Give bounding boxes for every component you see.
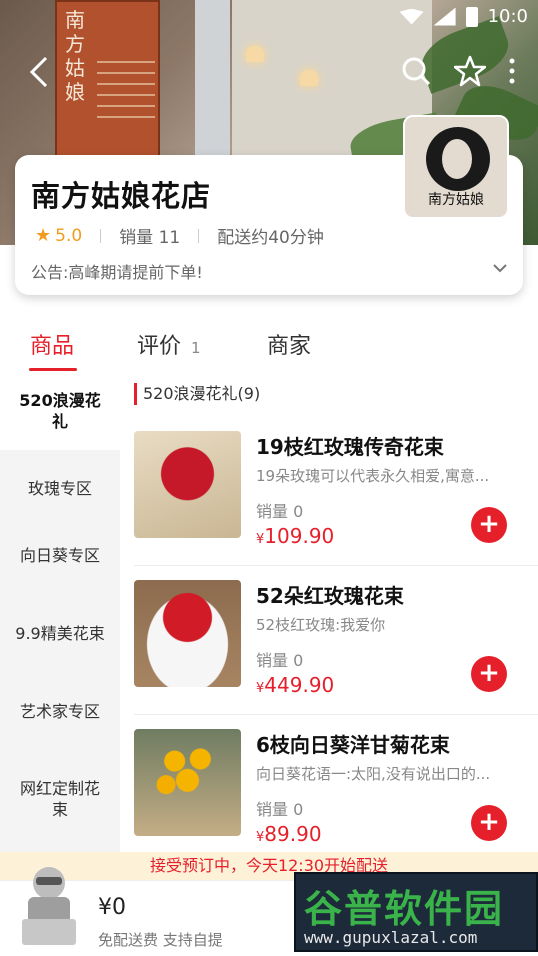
chevron-down-icon[interactable] bbox=[491, 259, 509, 277]
back-arrow-icon[interactable] bbox=[26, 56, 52, 88]
product-image[interactable] bbox=[134, 580, 241, 687]
tab-goods[interactable]: 商品 bbox=[30, 328, 74, 360]
product-item[interactable]: 19枝红玫瑰传奇花束 19朵玫瑰可以代表永久相爱,寓意... 销量 0 ¥109… bbox=[134, 431, 538, 579]
watermark-title: 谷普软件园 bbox=[304, 887, 505, 931]
product-name: 6枝向日葵洋甘菊花束 bbox=[256, 733, 450, 757]
meta-divider bbox=[198, 228, 200, 243]
status-bar: 10:0 bbox=[399, 6, 528, 27]
product-description: 向日葵花语一:太阳,没有说出口的... bbox=[256, 765, 491, 783]
store-rating: 5.0 bbox=[55, 225, 83, 246]
meta-divider bbox=[100, 228, 102, 243]
product-item[interactable]: 52朵红玫瑰花束 52枝红玫瑰:我爱你 销量 0 ¥449.90 + bbox=[134, 580, 538, 728]
product-price: ¥109.90 bbox=[256, 524, 335, 548]
product-divider bbox=[134, 565, 538, 566]
product-divider bbox=[134, 714, 538, 715]
rating-star-icon: ★ bbox=[35, 225, 52, 246]
sidebar-item-custom[interactable]: 网红定制花束 bbox=[0, 778, 120, 820]
tab-reviews-count: 1 bbox=[191, 339, 201, 357]
product-name: 52朵红玫瑰花束 bbox=[256, 584, 404, 608]
more-options-icon[interactable] bbox=[508, 55, 516, 87]
favorite-star-icon[interactable] bbox=[453, 55, 487, 87]
cover-sign-text: 南方姑娘 bbox=[65, 8, 85, 104]
tab-merchant[interactable]: 商家 bbox=[267, 328, 311, 360]
cover-lamp bbox=[246, 46, 264, 62]
sidebar-item-sunflowers[interactable]: 向日葵专区 bbox=[0, 545, 120, 566]
product-sales: 销量 0 bbox=[256, 502, 304, 521]
cart-total: ¥0 bbox=[98, 895, 126, 920]
product-description: 19朵玫瑰可以代表永久相爱,寓意... bbox=[256, 467, 490, 485]
product-price: ¥89.90 bbox=[256, 822, 322, 846]
store-notice: 公告:高峰期请提前下单! bbox=[31, 263, 203, 282]
store-logo-text: 南方姑娘 bbox=[428, 192, 484, 208]
search-icon[interactable] bbox=[400, 55, 432, 87]
signal-icon bbox=[433, 7, 456, 26]
store-meta: ★ 5.0 销量 11 配送约40分钟 bbox=[35, 223, 324, 248]
category-sidebar: 520浪漫花礼 玫瑰专区 向日葵专区 9.9精美花束 艺术家专区 网红定制花束 bbox=[0, 372, 120, 852]
add-to-cart-button[interactable]: + bbox=[471, 656, 507, 692]
wifi-icon bbox=[399, 8, 424, 25]
delivery-time: 配送约40分钟 bbox=[217, 228, 324, 248]
store-name: 南方姑娘花店 bbox=[31, 179, 212, 213]
add-to-cart-button[interactable]: + bbox=[471, 507, 507, 543]
sidebar-item-artist[interactable]: 艺术家专区 bbox=[0, 701, 120, 722]
tab-reviews-label: 评价 bbox=[137, 334, 182, 359]
tab-merchant-label: 商家 bbox=[267, 334, 312, 359]
sidebar-item-roses[interactable]: 玫瑰专区 bbox=[0, 478, 120, 499]
cover-lamp bbox=[300, 70, 318, 86]
sidebar-item-520[interactable]: 520浪漫花礼 bbox=[0, 372, 120, 450]
status-time: 10:0 bbox=[487, 6, 528, 27]
section-title: 520浪漫花礼(9) bbox=[134, 383, 260, 405]
active-tab-indicator bbox=[29, 368, 77, 371]
tab-reviews[interactable]: 评价 1 bbox=[137, 328, 201, 360]
store-tabs: 商品 评价 1 商家 bbox=[0, 320, 538, 372]
product-image[interactable] bbox=[134, 431, 241, 538]
product-image[interactable] bbox=[134, 729, 241, 836]
logo-emblem-icon bbox=[426, 127, 490, 191]
product-name: 19枝红玫瑰传奇花束 bbox=[256, 435, 444, 459]
product-price: ¥449.90 bbox=[256, 673, 335, 697]
product-sales: 销量 0 bbox=[256, 800, 304, 819]
product-sales: 销量 0 bbox=[256, 651, 304, 670]
site-watermark: 谷普软件园 www.gupuxlazal.com bbox=[294, 872, 538, 952]
store-logo[interactable]: 南方姑娘 bbox=[403, 115, 509, 219]
cover-shop-sign: 南方姑娘 bbox=[55, 0, 160, 165]
delivery-note: 免配送费 支持自提 bbox=[98, 931, 223, 949]
product-description: 52枝红玫瑰:我爱你 bbox=[256, 616, 386, 634]
tab-goods-label: 商品 bbox=[30, 334, 75, 359]
store-sales: 销量 11 bbox=[119, 228, 181, 248]
store-info-card: 南方姑娘花店 南方姑娘 ★ 5.0 销量 11 配送约40分钟 公告:高峰期请提… bbox=[15, 115, 523, 295]
sidebar-item-9-9[interactable]: 9.9精美花束 bbox=[0, 623, 120, 644]
header-actions bbox=[400, 55, 516, 87]
add-to-cart-button[interactable]: + bbox=[471, 805, 507, 841]
cart-icon[interactable] bbox=[18, 861, 80, 951]
watermark-url: www.gupuxlazal.com bbox=[304, 928, 478, 947]
battery-icon bbox=[465, 6, 478, 27]
